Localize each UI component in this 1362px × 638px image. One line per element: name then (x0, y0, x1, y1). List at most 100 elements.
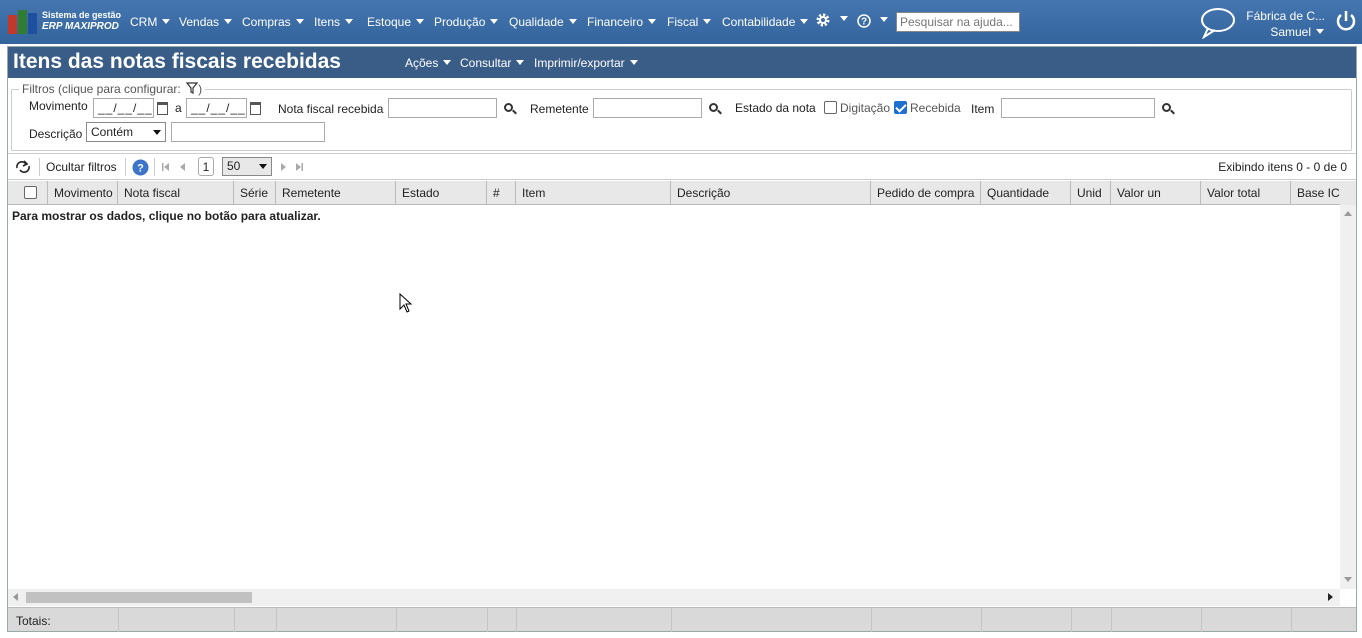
nota-fiscal-label: Nota fiscal recebida (278, 102, 384, 116)
descricao-operator-select[interactable]: Contém (86, 122, 166, 142)
help-search-input[interactable] (896, 12, 1020, 32)
previous-page-icon[interactable] (178, 162, 188, 172)
col-base-ic[interactable]: Base IC (1291, 181, 1340, 205)
company-name[interactable]: Fábrica de C... (1246, 9, 1325, 23)
col-valor-un[interactable]: Valor un (1111, 181, 1201, 205)
menu-estoque[interactable]: Estoque (367, 15, 425, 29)
estado-label: Estado da nota (735, 101, 816, 115)
col-pedido-de-compra[interactable]: Pedido de compra (871, 181, 981, 205)
chevron-down-icon (416, 19, 425, 24)
chevron-down-icon (880, 17, 888, 22)
digitacao-checkbox[interactable] (824, 101, 837, 114)
menu-consultar[interactable]: Consultar (460, 56, 525, 70)
menu-producao[interactable]: Produção (434, 15, 499, 29)
chevron-down-icon (443, 60, 452, 65)
date-separator: a (175, 101, 182, 115)
item-input[interactable] (1001, 98, 1155, 118)
refresh-icon[interactable] (15, 160, 31, 174)
hide-filters-button[interactable]: Ocultar filtros (46, 160, 117, 174)
chevron-down-icon (1316, 29, 1324, 34)
grid-toolbar: Ocultar filtros ? 1 50 Exibindo itens 0 … (8, 153, 1356, 180)
col-quantidade[interactable]: Quantidade (981, 181, 1071, 205)
user-menu[interactable]: Samuel (1270, 25, 1324, 39)
help-menu[interactable]: ? (857, 13, 888, 28)
search-icon[interactable] (1162, 103, 1171, 112)
menu-qualidade[interactable]: Qualidade (509, 15, 577, 29)
recebida-checkbox[interactable] (894, 101, 907, 114)
erp-logo-icon[interactable] (8, 10, 38, 34)
empty-grid-message: Para mostrar os dados, clique no botão p… (12, 209, 321, 223)
chevron-down-icon (568, 19, 577, 24)
chevron-down-icon (516, 60, 525, 65)
col-remetente[interactable]: Remetente (276, 181, 396, 205)
first-page-icon[interactable] (161, 162, 171, 172)
chevron-down-icon (490, 19, 499, 24)
chevron-down-icon (648, 19, 657, 24)
menu-financeiro[interactable]: Financeiro (587, 15, 657, 29)
main-panel: Itens das notas fiscais recebidas Ações … (7, 46, 1357, 632)
vertical-scrollbar[interactable] (1340, 205, 1356, 589)
chevron-down-icon (800, 19, 809, 24)
movimento-label: Movimento (29, 99, 88, 113)
date-to-field[interactable]: __/__/__ (186, 98, 247, 118)
date-from-field[interactable]: __/__/__ (93, 98, 154, 118)
next-page-icon[interactable] (278, 162, 288, 172)
menu-imprimir-exportar[interactable]: Imprimir/exportar (534, 56, 638, 70)
digitacao-label: Digitação (840, 101, 891, 115)
search-icon[interactable] (709, 103, 718, 112)
scroll-up-icon[interactable] (1344, 211, 1352, 216)
menu-compras[interactable]: Compras (242, 15, 304, 29)
col-item[interactable]: Item (516, 181, 671, 205)
page-size-select[interactable]: 50 (222, 157, 272, 176)
last-page-icon[interactable] (294, 162, 304, 172)
col-valor-total[interactable]: Valor total (1201, 181, 1291, 205)
col-movimento[interactable]: Movimento (48, 181, 118, 205)
chevron-down-icon (259, 164, 267, 169)
scroll-right-icon[interactable] (1328, 593, 1333, 601)
select-all-header[interactable] (8, 181, 48, 205)
search-icon[interactable] (504, 103, 513, 112)
col-unid[interactable]: Unid (1071, 181, 1111, 205)
grid-header: Movimento Nota fiscal Série Remetente Es… (8, 181, 1356, 205)
chevron-down-icon (153, 130, 161, 135)
horizontal-scroll-thumb[interactable] (26, 592, 252, 603)
header-scroll-spacer (1340, 181, 1356, 205)
gear-icon (816, 13, 830, 27)
menu-acoes[interactable]: Ações (405, 56, 452, 70)
menu-crm[interactable]: CRM (130, 15, 171, 29)
svg-text:?: ? (137, 163, 144, 175)
power-icon[interactable] (1335, 9, 1357, 33)
svg-text:?: ? (861, 16, 867, 27)
scroll-left-icon[interactable] (13, 593, 18, 601)
filters-legend[interactable]: Filtros (clique para configurar: ) (19, 82, 206, 96)
col-estado[interactable]: Estado (396, 181, 487, 205)
horizontal-scrollbar[interactable] (8, 589, 1340, 606)
totals-label: Totais: (16, 614, 51, 628)
nota-fiscal-input[interactable] (388, 98, 497, 118)
logo-title: ERP MAXIPROD (42, 21, 119, 32)
col-serie[interactable]: Série (234, 181, 276, 205)
menu-vendas[interactable]: Vendas (179, 15, 233, 29)
top-navigation-bar: Sistema de gestão ERP MAXIPROD CRM Venda… (0, 0, 1362, 44)
descricao-input[interactable] (171, 122, 325, 142)
col-descricao[interactable]: Descrição (671, 181, 871, 205)
menu-itens[interactable]: Itens (314, 15, 354, 29)
col-nota-fiscal[interactable]: Nota fiscal (118, 181, 234, 205)
calendar-icon[interactable] (157, 102, 168, 115)
page-number-input[interactable]: 1 (198, 157, 214, 176)
chat-bubble-icon[interactable] (1199, 7, 1237, 39)
select-all-checkbox[interactable] (24, 186, 37, 199)
chevron-down-icon (345, 19, 354, 24)
menu-contabilidade[interactable]: Contabilidade (722, 15, 809, 29)
calendar-icon[interactable] (250, 102, 261, 115)
menu-fiscal[interactable]: Fiscal (667, 15, 712, 29)
item-label: Item (971, 102, 995, 116)
remetente-input[interactable] (593, 98, 702, 118)
filter-icon[interactable] (185, 82, 199, 94)
scroll-down-icon[interactable] (1344, 577, 1352, 582)
col-number[interactable]: # (487, 181, 516, 205)
help-circle-icon: ? (857, 14, 871, 28)
settings-menu[interactable] (815, 12, 848, 28)
display-info: Exibindo itens 0 - 0 de 0 (1218, 160, 1347, 174)
help-icon[interactable]: ? (132, 159, 149, 176)
